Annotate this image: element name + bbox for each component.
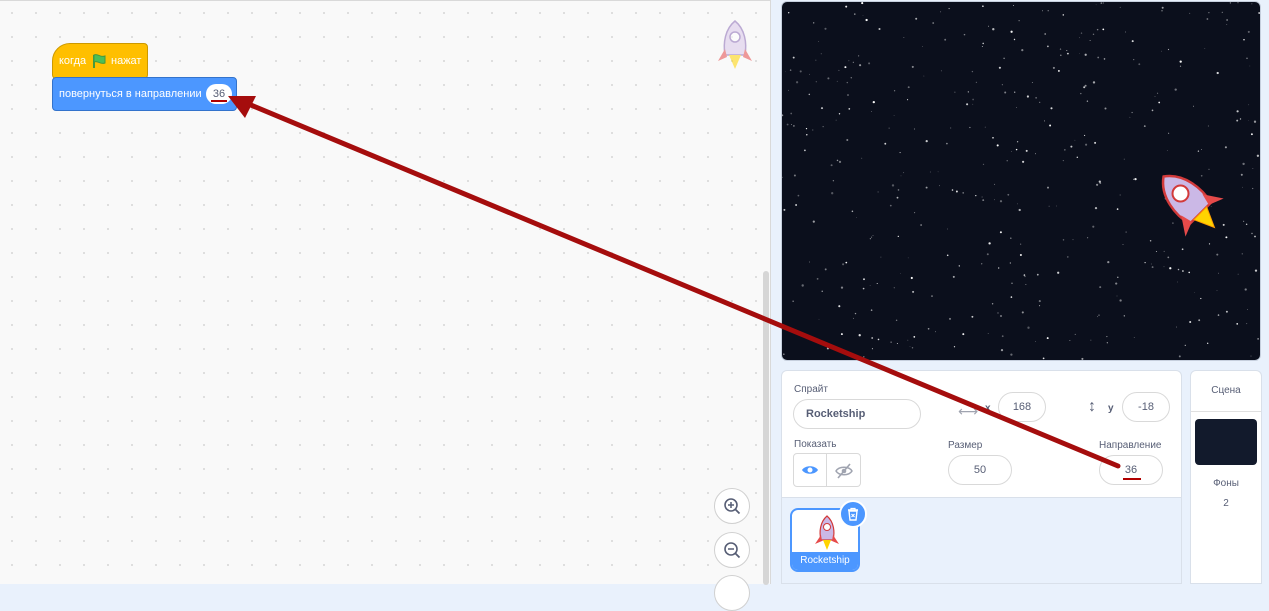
code-area[interactable]: когда нажат повернуться в направлении 36	[0, 0, 771, 584]
delete-sprite-button[interactable]	[839, 500, 867, 528]
zoom-out-button[interactable]	[714, 532, 750, 568]
zoom-in-button[interactable]	[714, 488, 750, 524]
arrows-horizontal-icon: ⟷	[958, 403, 978, 420]
show-label: Показать	[794, 439, 837, 450]
zoom-in-icon	[723, 497, 741, 515]
arrows-vertical-icon: ↕	[1088, 398, 1096, 416]
vertical-scrollbar[interactable]	[763, 271, 769, 585]
sprite-label: Спрайт	[794, 384, 828, 395]
stage-selector[interactable]: Сцена Фоны 2	[1190, 370, 1262, 584]
direction-field[interactable]: 36	[1099, 455, 1163, 485]
backdrops-count: 2	[1191, 498, 1261, 509]
eye-slash-icon	[835, 463, 853, 479]
trash-icon	[846, 507, 860, 521]
zoom-out-icon	[723, 541, 741, 559]
stage-thumbnail[interactable]	[1195, 419, 1257, 465]
value-underline	[211, 100, 227, 102]
sprite-watermark-icon	[715, 19, 755, 76]
stage-title: Сцена	[1191, 371, 1261, 412]
rocketship-thumbnail-icon	[812, 515, 842, 551]
sprite-list: Rocketship	[781, 498, 1182, 584]
when-flag-clicked-block[interactable]: когда нажат	[52, 43, 148, 79]
direction-label: Направление	[1099, 440, 1161, 451]
point-in-direction-block[interactable]: повернуться в направлении 36	[52, 77, 237, 111]
hat-when-label: когда	[59, 55, 86, 67]
hat-clicked-label: нажат	[111, 55, 141, 67]
eye-icon	[801, 464, 819, 476]
show-sprite-button[interactable]	[793, 453, 827, 487]
direction-underline	[1123, 478, 1141, 480]
y-label: y	[1108, 403, 1114, 414]
sprite-name-input[interactable]: Rocketship	[793, 399, 921, 429]
point-in-direction-label: повернуться в направлении	[59, 88, 202, 100]
y-input[interactable]: -18	[1122, 392, 1170, 422]
stage[interactable]	[781, 1, 1261, 361]
backdrops-label: Фоны	[1191, 478, 1261, 489]
zoom-reset-button[interactable]	[714, 575, 750, 611]
size-label: Размер	[948, 440, 982, 451]
rocketship-sprite[interactable]	[1144, 162, 1234, 247]
sprite-card-name: Rocketship	[792, 552, 858, 570]
sprite-info-panel: Спрайт Rocketship ⟷ x 168 ↕ y -18 Показа…	[781, 370, 1182, 498]
size-input[interactable]: 50	[948, 455, 1012, 485]
green-flag-icon	[91, 53, 107, 74]
x-input[interactable]: 168	[998, 392, 1046, 422]
hide-sprite-button[interactable]	[827, 453, 861, 487]
x-label: x	[985, 403, 991, 414]
